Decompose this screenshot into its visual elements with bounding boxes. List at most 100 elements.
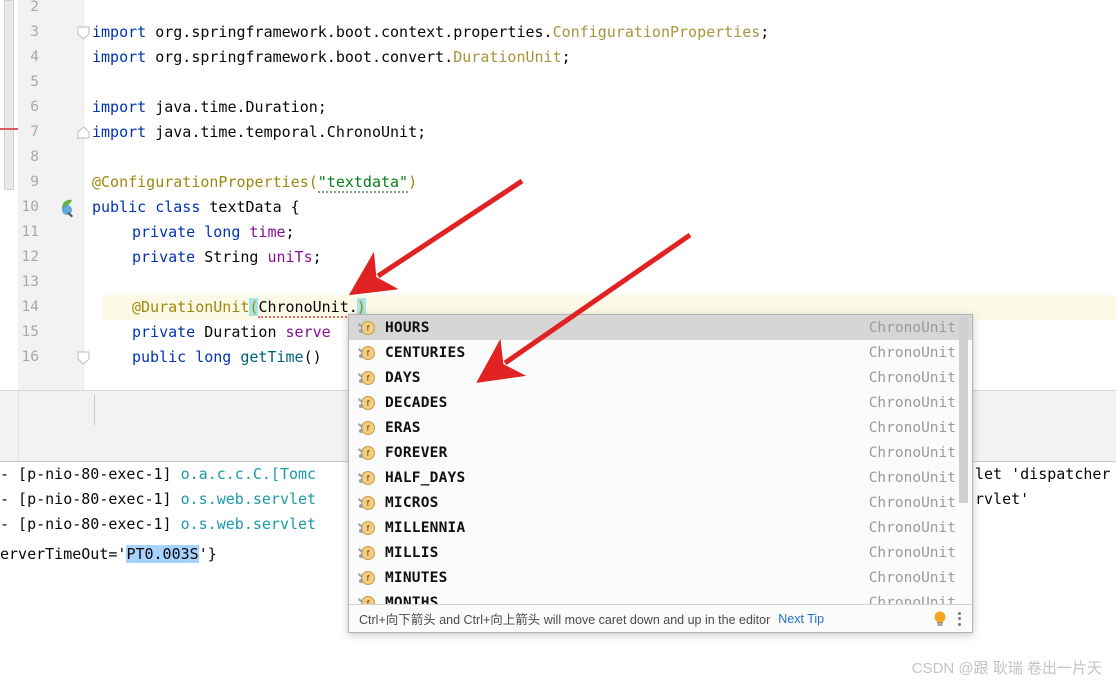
- completion-item-label: MINUTES: [385, 569, 448, 586]
- code-completion-popup[interactable]: f HOURS ChronoUnit f CENTURIES ChronoUni…: [348, 314, 973, 633]
- completion-item-label: DAYS: [385, 369, 421, 386]
- completion-item-centuries[interactable]: f CENTURIES ChronoUnit: [349, 340, 972, 365]
- completion-item-type: ChronoUnit: [868, 394, 956, 411]
- code-punctuation: (: [308, 173, 318, 191]
- code-text: ;: [760, 23, 770, 41]
- completion-item-label: MICROS: [385, 494, 439, 511]
- code-type: DurationUnit: [453, 48, 562, 66]
- kebab-menu-icon[interactable]: [958, 611, 962, 627]
- code-line-13: @DurationUnit(ChronoUnit.): [132, 295, 366, 320]
- code-text: ;: [561, 48, 571, 66]
- line-number: 10: [21, 199, 39, 215]
- completion-item-label: CENTURIES: [385, 344, 466, 361]
- code-field: time: [240, 223, 286, 241]
- code-keyword: public: [92, 198, 147, 216]
- completion-item-decades[interactable]: f DECADES ChronoUnit: [349, 390, 972, 415]
- field-icon: f: [357, 569, 377, 587]
- svg-text:f: f: [367, 324, 370, 333]
- code-line-11: private long time;: [132, 220, 295, 245]
- code-line-14: private Duration serve: [132, 320, 331, 345]
- console-prefix: - [p-nio-80-exec-1]: [0, 465, 181, 483]
- svg-text:f: f: [367, 549, 370, 558]
- code-type: ConfigurationProperties: [552, 23, 761, 41]
- completion-item-type: ChronoUnit: [868, 544, 956, 561]
- code-text: org.springframework.boot.context.propert…: [146, 23, 553, 41]
- completion-item-forever[interactable]: f FOREVER ChronoUnit: [349, 440, 972, 465]
- completion-item-type: ChronoUnit: [868, 469, 956, 486]
- completion-item-type: ChronoUnit: [868, 344, 956, 361]
- console-line: - [p-nio-80-exec-1] o.s.web.servlet: [0, 487, 316, 512]
- completion-item-millennia[interactable]: f MILLENNIA ChronoUnit: [349, 515, 972, 540]
- code-line-16: public long getTime(): [132, 345, 322, 370]
- completion-item-label: HOURS: [385, 319, 430, 336]
- code-expression: ChronoUnit.: [258, 298, 358, 318]
- completion-item-days[interactable]: f DAYS ChronoUnit: [349, 365, 972, 390]
- svg-text:f: f: [367, 349, 370, 358]
- field-icon: f: [357, 369, 377, 387]
- completion-item-label: MILLIS: [385, 544, 439, 561]
- field-icon: f: [357, 544, 377, 562]
- console-result-line: erverTimeOut='PT0.003S'}: [0, 542, 217, 567]
- lightbulb-icon[interactable]: [932, 610, 948, 628]
- code-punctuation: {: [281, 198, 300, 216]
- field-icon: f: [357, 394, 377, 412]
- console-result-prefix: erverTimeOut=': [0, 545, 127, 563]
- completion-item-millis[interactable]: f MILLIS ChronoUnit: [349, 540, 972, 565]
- completion-item-minutes[interactable]: f MINUTES ChronoUnit: [349, 565, 972, 590]
- code-keyword: import: [92, 98, 147, 116]
- code-text: org.springframework.boot.convert.: [146, 48, 454, 66]
- code-annotation: @DurationUnit: [132, 298, 250, 316]
- completion-item-type: ChronoUnit: [868, 369, 956, 386]
- code-field: uniTs: [258, 248, 313, 266]
- code-keyword: long: [195, 223, 241, 241]
- line-number: 5: [30, 74, 39, 90]
- svg-text:f: f: [367, 374, 370, 383]
- svg-text:f: f: [367, 524, 370, 533]
- completion-scrollbar-thumb[interactable]: [959, 317, 968, 503]
- line-number: 12: [21, 249, 39, 265]
- code-keyword: import: [92, 123, 147, 141]
- field-icon: f: [357, 319, 377, 337]
- console-line-tail: let 'dispatcher: [975, 465, 1111, 483]
- field-icon: f: [357, 494, 377, 512]
- console-line: - [p-nio-80-exec-1] o.a.c.c.C.[Tomc: [0, 462, 316, 487]
- code-line-12: private String uniTs;: [132, 245, 322, 270]
- next-tip-link[interactable]: Next Tip: [778, 612, 824, 626]
- code-annotation: @ConfigurationProperties: [92, 173, 309, 191]
- code-punctuation: ;: [312, 248, 322, 266]
- code-line-9: @ConfigurationProperties("textdata"): [92, 170, 417, 195]
- completion-footer: Ctrl+向下箭头 and Ctrl+向上箭头 will move caret …: [349, 604, 972, 632]
- svg-text:f: f: [367, 499, 370, 508]
- console-prefix: - [p-nio-80-exec-1]: [0, 515, 181, 533]
- svg-text:f: f: [367, 424, 370, 433]
- completion-list[interactable]: f HOURS ChronoUnit f CENTURIES ChronoUni…: [349, 315, 972, 606]
- console-selected-value: PT0.003S: [126, 545, 199, 563]
- code-keyword: private: [132, 223, 196, 241]
- line-number: 16: [21, 349, 39, 365]
- line-number: 9: [30, 174, 39, 190]
- code-keyword: long: [186, 348, 232, 366]
- completion-item-eras[interactable]: f ERAS ChronoUnit: [349, 415, 972, 440]
- completion-item-half-days[interactable]: f HALF_DAYS ChronoUnit: [349, 465, 972, 490]
- completion-item-micros[interactable]: f MICROS ChronoUnit: [349, 490, 972, 515]
- field-icon: f: [357, 444, 377, 462]
- code-classname: textData: [200, 198, 282, 216]
- code-line-7: import java.time.temporal.ChronoUnit;: [92, 120, 426, 145]
- completion-scrollbar-track[interactable]: [959, 316, 970, 606]
- code-method-name: getTime: [231, 348, 304, 366]
- completion-item-hours[interactable]: f HOURS ChronoUnit: [349, 315, 972, 340]
- completion-item-label: FOREVER: [385, 444, 448, 461]
- spring-bean-icon[interactable]: [58, 195, 76, 220]
- code-type: Duration: [195, 323, 277, 341]
- code-keyword: private: [132, 248, 196, 266]
- code-keyword: public: [132, 348, 187, 366]
- completion-item-label: MILLENNIA: [385, 519, 466, 536]
- svg-text:f: f: [367, 399, 370, 408]
- completion-item-label: HALF_DAYS: [385, 469, 466, 486]
- code-keyword: import: [92, 23, 147, 41]
- line-number: 7: [30, 124, 39, 140]
- completion-item-label: ERAS: [385, 419, 421, 436]
- code-line-10: public class textData {: [92, 195, 300, 220]
- code-line-3: import org.springframework.boot.context.…: [92, 20, 769, 45]
- tip-text: Ctrl+向下箭头 and Ctrl+向上箭头 will move caret …: [359, 613, 771, 627]
